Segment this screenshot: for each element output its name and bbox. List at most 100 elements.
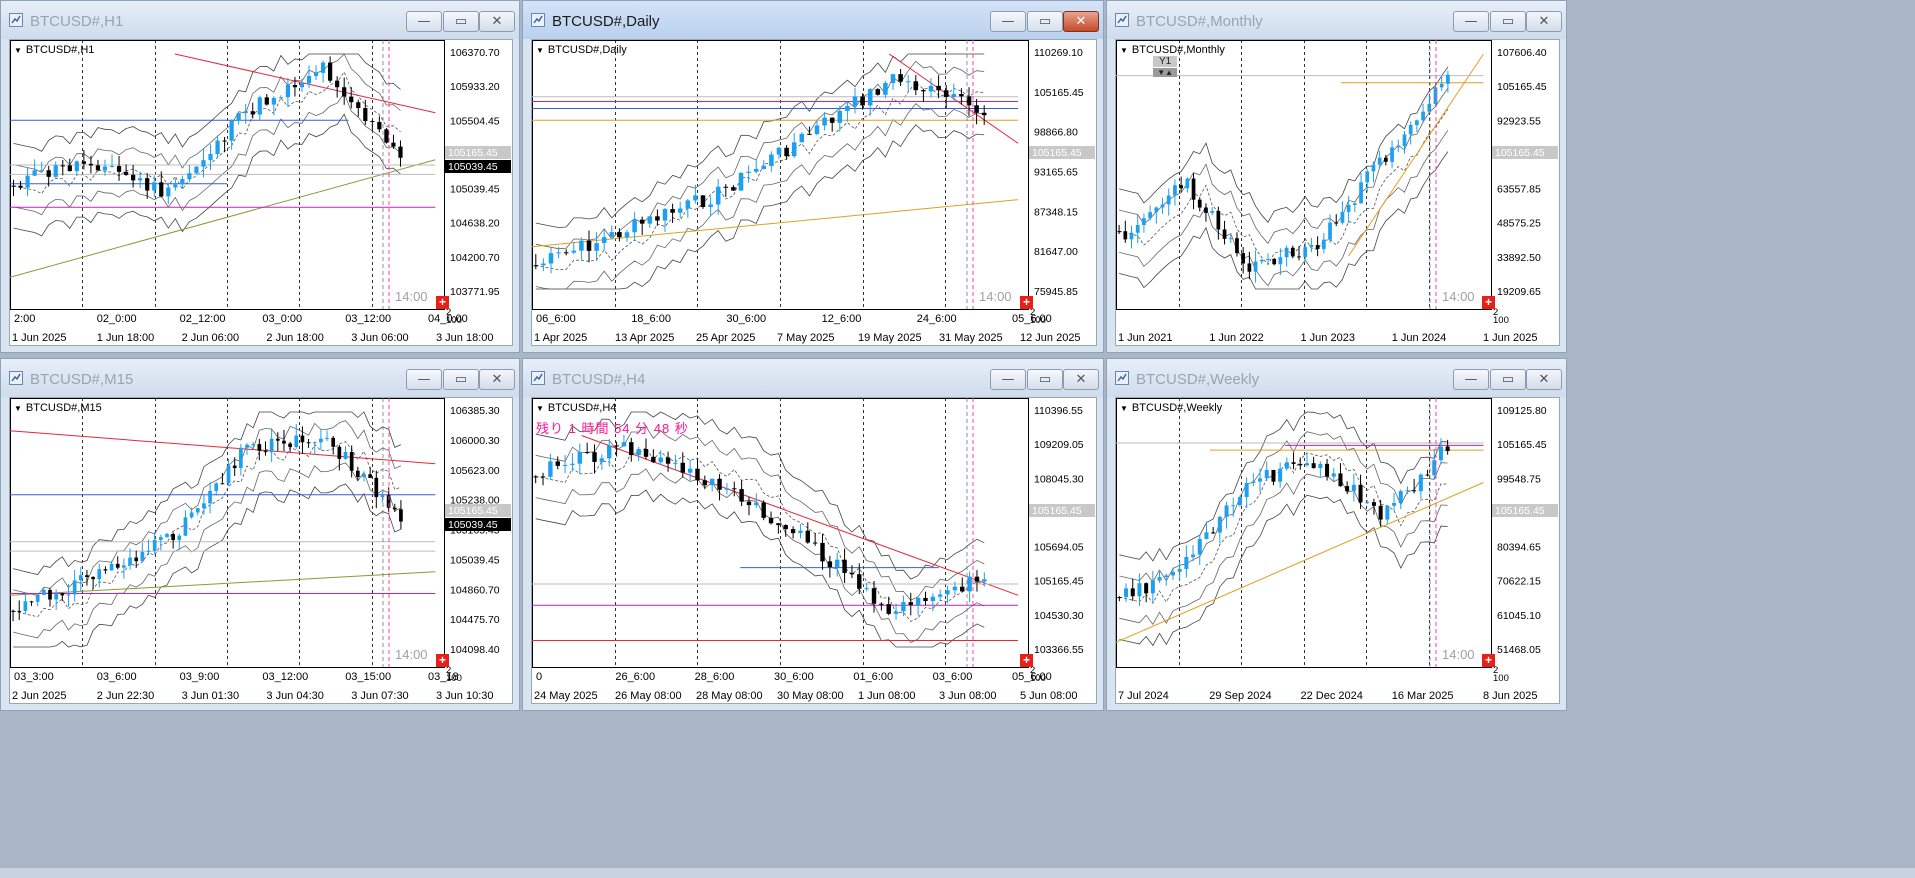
candlestick-chart[interactable]: 110396.55109209.05108045.30106881.551056… — [532, 398, 1097, 704]
chart-window-daily[interactable]: BTCUSD#,Daily — ▭ ✕ 14:00 110269.10 105165… — [522, 0, 1104, 353]
price-axis-label: 92923.55 — [1497, 115, 1541, 127]
candle-body — [791, 142, 797, 157]
chart-area[interactable]: 14:00 106385.30 106000.30 105623.00 105238.0… — [9, 397, 513, 704]
candlestick-chart[interactable]: 14:00 110269.10 105165.45 98866.80 93165.65 8… — [532, 40, 1097, 346]
chart-menu-arrow-icon[interactable]: ▼ — [1120, 404, 1128, 413]
minimize-button[interactable]: — — [990, 369, 1026, 390]
candle-body — [928, 85, 934, 92]
date-axis-label: 1 Apr 2025 — [534, 332, 587, 344]
candle-body — [636, 449, 641, 456]
price-axis-label: 103771.95 — [450, 286, 500, 298]
candle-body — [306, 75, 312, 84]
add-indicator-icon[interactable]: + — [1020, 654, 1033, 667]
candle-body — [356, 102, 361, 109]
candle-body — [1325, 463, 1330, 477]
candle-body — [746, 501, 752, 506]
add-indicator-icon[interactable]: + — [436, 296, 449, 309]
candle-body — [152, 539, 157, 551]
chart-area[interactable]: 14:00 110269.10 105165.45 98866.80 93165.65 8… — [531, 39, 1097, 346]
chart-area[interactable]: 14:00 106370.70 105933.20 105504.45 105165.4… — [9, 39, 513, 346]
window-titlebar[interactable]: BTCUSD#,Weekly — ▭ ✕ — [1107, 359, 1566, 397]
close-button[interactable]: ✕ — [1063, 369, 1099, 390]
close-button[interactable]: ✕ — [1526, 11, 1562, 32]
candle-body — [1123, 231, 1128, 240]
date-axis-label: 12 Jun 2025 — [1020, 332, 1081, 344]
time-axis-label: 0 — [536, 671, 542, 683]
chart-window-h4[interactable]: BTCUSD#,H4 — ▭ ✕ 110396.55 109209.05 10804… — [522, 358, 1104, 711]
candle-body — [159, 182, 164, 197]
chart-menu-arrow-icon[interactable]: ▼ — [1120, 46, 1128, 55]
candle-body — [1204, 207, 1208, 213]
date-axis-label: 2 Jun 2025 — [12, 690, 66, 702]
minimize-button[interactable]: — — [990, 11, 1026, 32]
candle-body — [46, 170, 51, 177]
close-button[interactable]: ✕ — [1063, 11, 1099, 32]
candle-body — [245, 444, 249, 448]
window-titlebar[interactable]: BTCUSD#,H4 — ▭ ✕ — [523, 359, 1103, 397]
chart-window-weekly[interactable]: BTCUSD#,Weekly — ▭ ✕ 14:00 109125.80 10516… — [1106, 358, 1567, 711]
candle-body — [1130, 588, 1135, 597]
close-button[interactable]: ✕ — [1526, 369, 1562, 390]
price-axis-label: 63557.85 — [1497, 184, 1541, 196]
add-indicator-icon[interactable]: + — [1482, 654, 1495, 667]
candle-body — [670, 209, 675, 213]
maximize-button[interactable]: ▭ — [1027, 11, 1063, 32]
date-axis-label: 3 Jun 01:30 — [182, 690, 240, 702]
close-button[interactable]: ✕ — [479, 11, 515, 32]
chart-menu-arrow-icon[interactable]: ▼ — [536, 404, 544, 413]
maximize-button[interactable]: ▭ — [443, 369, 479, 390]
chart-symbol-label: BTCUSD#,H1 — [25, 44, 95, 56]
maximize-button[interactable]: ▭ — [443, 11, 479, 32]
minimize-button[interactable]: — — [1453, 369, 1489, 390]
window-titlebar[interactable]: BTCUSD#,H1 — ▭ ✕ — [1, 1, 519, 39]
candle-body — [864, 588, 869, 590]
candle-body — [123, 171, 129, 175]
chart-window-m15[interactable]: BTCUSD#,M15 — ▭ ✕ 14:00 106385.30 106000.3… — [0, 358, 520, 711]
period-label: Y1 — [1153, 56, 1178, 67]
candle-body — [229, 120, 234, 141]
window-titlebar[interactable]: BTCUSD#,Monthly — ▭ ✕ — [1107, 1, 1566, 39]
candle-body — [746, 171, 751, 173]
period-separator-marker[interactable]: Y1 ▼▲ — [1153, 56, 1178, 77]
time-axis-label: 02_0:00 — [97, 313, 137, 325]
candle-body — [1148, 212, 1152, 219]
chart-menu-arrow-icon[interactable]: ▼ — [14, 46, 22, 55]
candle-body — [769, 154, 774, 166]
add-indicator-icon[interactable]: + — [1482, 296, 1495, 309]
add-indicator-icon[interactable]: + — [436, 654, 449, 667]
date-axis-label: 3 Jun 08:00 — [939, 690, 997, 702]
candle-body — [1258, 478, 1263, 482]
minimize-button[interactable]: — — [406, 369, 442, 390]
chart-area[interactable]: 110396.55109209.05108045.30106881.551056… — [531, 397, 1097, 704]
chart-window-monthly[interactable]: BTCUSD#,Monthly — ▭ ✕ 14:00 107606.40 1051… — [1106, 0, 1567, 353]
candle-body — [1297, 256, 1301, 258]
maximize-button[interactable]: ▭ — [1490, 369, 1526, 390]
maximize-button[interactable]: ▭ — [1490, 11, 1526, 32]
candle-body — [337, 446, 342, 459]
candle-body — [380, 495, 385, 498]
maximize-button[interactable]: ▭ — [1027, 369, 1063, 390]
chart-area[interactable]: 14:00109125.80105165.4599548.7589971.708… — [1115, 397, 1560, 704]
chart-window-icon — [531, 13, 545, 27]
window-titlebar[interactable]: BTCUSD#,M15 — ▭ ✕ — [1, 359, 519, 397]
candle-body — [325, 437, 329, 439]
minimize-button[interactable]: — — [1453, 11, 1489, 32]
window-titlebar[interactable]: BTCUSD#,Daily — ▭ ✕ — [523, 1, 1103, 39]
chart-window-h1[interactable]: BTCUSD#,H1 — ▭ ✕ 14:00 106370.70 105933.20… — [0, 0, 520, 353]
chart-area[interactable]: 14:00107606.40105165.4592923.5578240.806… — [1115, 39, 1560, 346]
chart-menu-arrow-icon[interactable]: ▼ — [14, 404, 22, 413]
candle-body — [109, 563, 114, 571]
period-arrows-icon[interactable]: ▼▲ — [1153, 68, 1178, 77]
bollinger-band-line — [535, 447, 985, 622]
price-axis-label: 104860.70 — [450, 584, 500, 596]
candle-body — [761, 165, 767, 169]
close-button[interactable]: ✕ — [479, 369, 515, 390]
candle-body — [1408, 124, 1413, 135]
minimize-button[interactable]: — — [406, 11, 442, 32]
bollinger-band-line — [535, 53, 985, 228]
bollinger-band-line — [1119, 151, 1449, 290]
chart-menu-arrow-icon[interactable]: ▼ — [536, 46, 544, 55]
add-indicator-icon[interactable]: + — [1020, 296, 1033, 309]
price-tag-label: 105165.45 — [1032, 147, 1082, 159]
candle-body — [377, 121, 382, 130]
